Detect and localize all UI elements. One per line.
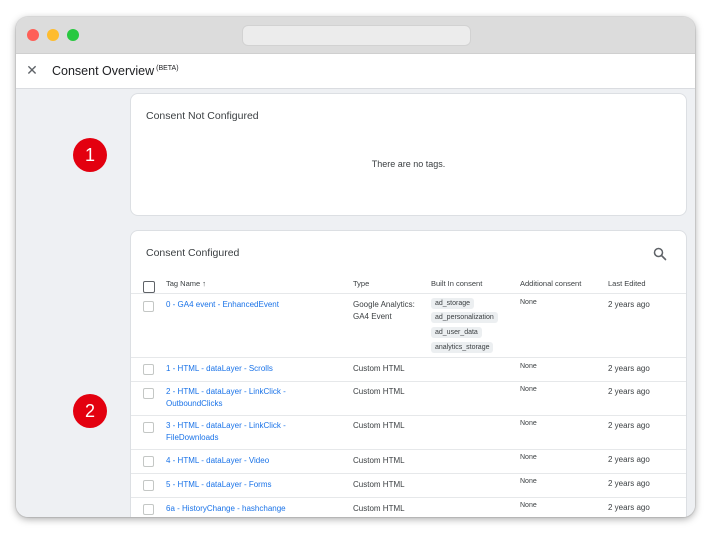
- row-checkbox[interactable]: [143, 388, 154, 399]
- column-type[interactable]: Type: [353, 279, 369, 288]
- tag-name-link[interactable]: 3 - HTML - dataLayer - LinkClick - FileD…: [166, 420, 306, 444]
- column-last-edited[interactable]: Last Edited: [608, 279, 646, 288]
- last-edited: 2 years ago: [608, 455, 650, 464]
- window-close-button[interactable]: [27, 29, 39, 41]
- card-title: Consent Not Configured: [146, 110, 259, 122]
- empty-message: There are no tags.: [371, 159, 446, 169]
- tag-name-link[interactable]: 5 - HTML - dataLayer - Forms: [166, 479, 306, 491]
- tag-type: Custom HTML: [353, 504, 405, 513]
- step-marker-2: 2: [73, 394, 107, 428]
- column-built-in[interactable]: Built In consent: [431, 279, 482, 288]
- table-row: 6a - HistoryChange - hashchange Custom H…: [131, 497, 686, 517]
- select-all-checkbox[interactable]: [143, 281, 155, 293]
- additional-consent: None: [520, 478, 537, 485]
- last-edited: 2 years ago: [608, 421, 650, 430]
- arrow-up-icon: ↑: [202, 279, 207, 288]
- table-row: 0 - GA4 event - EnhancedEvent Google Ana…: [131, 293, 686, 357]
- consent-configured-card: Consent Configured Tag Name ↑ Type Built…: [130, 230, 687, 517]
- row-checkbox[interactable]: [143, 364, 154, 375]
- window-minimize-button[interactable]: [47, 29, 59, 41]
- row-checkbox[interactable]: [143, 301, 154, 312]
- tag-type: Custom HTML: [353, 387, 405, 396]
- page-title: Consent Overview (BETA): [52, 64, 179, 78]
- last-edited: 2 years ago: [608, 300, 650, 309]
- additional-consent: None: [520, 502, 537, 509]
- window-zoom-button[interactable]: [67, 29, 79, 41]
- table-row: 4 - HTML - dataLayer - Video Custom HTML…: [131, 449, 686, 473]
- additional-consent: None: [520, 363, 537, 370]
- table-row: 2 - HTML - dataLayer - LinkClick - Outbo…: [131, 381, 686, 415]
- consent-not-configured-card: Consent Not Configured There are no tags…: [130, 93, 687, 216]
- page-title-text: Consent Overview: [52, 64, 155, 78]
- table-row: 5 - HTML - dataLayer - Forms Custom HTML…: [131, 473, 686, 497]
- column-tag-name-label: Tag Name: [166, 279, 201, 288]
- title-bar: [16, 17, 695, 54]
- consent-chip: analytics_storage: [431, 342, 494, 353]
- close-icon[interactable]: ✕: [24, 62, 40, 78]
- consent-chip: ad_personalization: [431, 312, 498, 323]
- additional-consent: None: [520, 299, 537, 306]
- row-checkbox[interactable]: [143, 422, 154, 433]
- address-bar[interactable]: [242, 25, 471, 46]
- column-additional[interactable]: Additional consent: [520, 279, 581, 288]
- table-row: 3 - HTML - dataLayer - LinkClick - FileD…: [131, 415, 686, 449]
- main-content: 1 2 Consent Not Configured There are no …: [16, 89, 695, 517]
- tag-type: Custom HTML: [353, 364, 405, 373]
- tag-name-link[interactable]: 6a - HistoryChange - hashchange: [166, 503, 306, 515]
- tag-name-link[interactable]: 1 - HTML - dataLayer - Scrolls: [166, 363, 306, 375]
- consent-chip: ad_user_data: [431, 327, 482, 338]
- tag-name-link[interactable]: 0 - GA4 event - EnhancedEvent: [166, 299, 306, 311]
- last-edited: 2 years ago: [608, 479, 650, 488]
- additional-consent: None: [520, 420, 537, 427]
- tag-name-link[interactable]: 4 - HTML - dataLayer - Video: [166, 455, 306, 467]
- browser-window: ✕ Consent Overview (BETA) 1 2 Consent Not…: [16, 17, 695, 517]
- row-checkbox[interactable]: [143, 504, 154, 515]
- last-edited: 2 years ago: [608, 387, 650, 396]
- row-checkbox[interactable]: [143, 456, 154, 467]
- consent-chip: ad_storage: [431, 298, 475, 309]
- last-edited: 2 years ago: [608, 364, 650, 373]
- tag-name-link[interactable]: 2 - HTML - dataLayer - LinkClick - Outbo…: [166, 386, 306, 410]
- tag-type: Custom HTML: [353, 456, 405, 465]
- tag-type: Google Analytics: GA4 Event: [353, 300, 415, 321]
- app-header: ✕ Consent Overview (BETA): [16, 54, 695, 89]
- card-title: Consent Configured: [146, 247, 240, 259]
- column-tag-name[interactable]: Tag Name ↑: [166, 279, 206, 288]
- search-icon[interactable]: [653, 247, 667, 261]
- step-marker-1: 1: [73, 138, 107, 172]
- additional-consent: None: [520, 386, 537, 393]
- beta-badge: (BETA): [156, 65, 179, 72]
- tag-type: Custom HTML: [353, 480, 405, 489]
- last-edited: 2 years ago: [608, 503, 650, 512]
- additional-consent: None: [520, 454, 537, 461]
- table-row: 1 - HTML - dataLayer - Scrolls Custom HT…: [131, 357, 686, 381]
- tag-type: Custom HTML: [353, 421, 405, 430]
- row-checkbox[interactable]: [143, 480, 154, 491]
